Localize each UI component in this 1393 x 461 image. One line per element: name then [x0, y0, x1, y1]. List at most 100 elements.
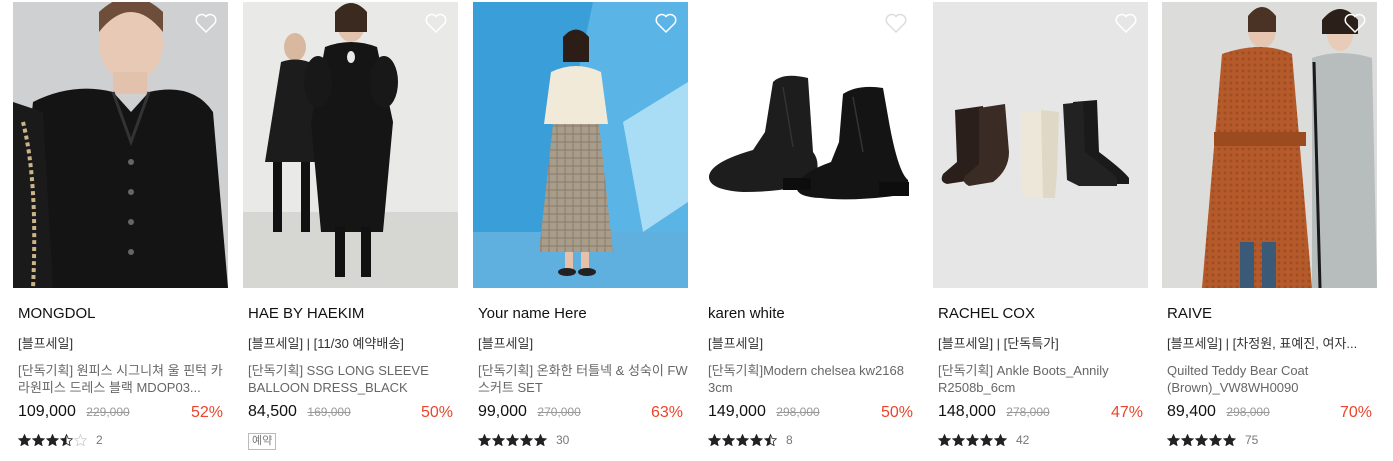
heart-outline-icon[interactable]: [424, 12, 448, 34]
original-price: 270,000: [537, 405, 581, 419]
product-card[interactable]: MONGDOL [블프세일] [단독기획] 원피스 시그니쳐 울 핀턱 카라원피…: [13, 2, 228, 461]
discount-rate: 50%: [420, 404, 453, 421]
brand-name[interactable]: HAE BY HAEKIM: [243, 304, 458, 324]
star-icon: [534, 434, 547, 446]
price-row: 99,000 270,000 63%: [473, 403, 688, 423]
star-icon: [60, 434, 73, 446]
review-count: 2: [96, 433, 103, 447]
star-icon: [750, 434, 763, 446]
product-title[interactable]: [단독기획] 원피스 시그니쳐 울 핀턱 카라원피스 드레스 블랙 MDOP03…: [13, 362, 228, 396]
star-icon: [708, 434, 721, 446]
product-title[interactable]: [단독기획]Modern chelsea kw2168 3cm: [703, 362, 918, 396]
original-price: 229,000: [86, 405, 130, 419]
brand-name[interactable]: karen white: [703, 304, 918, 324]
product-card[interactable]: HAE BY HAEKIM [블프세일] | [11/30 예약배송] [단독기…: [243, 2, 458, 461]
sale-price: 149,000: [708, 403, 766, 420]
rating-stars: [1167, 434, 1237, 446]
star-icon: [478, 434, 491, 446]
promo-tags: [블프세일]: [708, 336, 764, 351]
rating: 42: [933, 433, 1148, 447]
promo-tags: [블프세일] | [11/30 예약배송]: [248, 336, 404, 351]
sale-price: 109,000: [18, 403, 76, 420]
discount-rate: 70%: [1339, 404, 1372, 421]
star-icon: [32, 434, 45, 446]
original-price: 298,000: [776, 405, 820, 419]
star-icon: [736, 434, 749, 446]
star-icon: [1167, 434, 1180, 446]
rating-stars: [478, 434, 548, 446]
star-icon: [722, 434, 735, 446]
sale-price: 148,000: [938, 403, 996, 420]
heart-outline-icon[interactable]: [194, 12, 218, 34]
discount-rate: 47%: [1110, 404, 1143, 421]
star-icon: [492, 434, 505, 446]
price-row: 89,400 298,000 70%: [1162, 403, 1377, 423]
rating: 2: [13, 433, 228, 447]
promo-tags: [블프세일] | [차정원, 표예진, 여자...: [1167, 336, 1358, 351]
product-image[interactable]: [703, 2, 918, 288]
promo-tags: [블프세일] | [단독특가]: [938, 336, 1059, 351]
sale-price: 99,000: [478, 403, 527, 420]
discount-rate: 52%: [190, 404, 223, 421]
product-image[interactable]: [243, 2, 458, 288]
product-grid: MONGDOL [블프세일] [단독기획] 원피스 시그니쳐 울 핀턱 카라원피…: [0, 0, 1393, 461]
discount-rate: 50%: [880, 404, 913, 421]
star-icon: [18, 434, 31, 446]
star-icon: [764, 434, 777, 446]
star-icon: [938, 434, 951, 446]
original-price: 169,000: [307, 405, 351, 419]
discount-rate: 63%: [650, 404, 683, 421]
review-count: 75: [1245, 433, 1259, 447]
price-row: 149,000 298,000 50%: [703, 403, 918, 423]
brand-name[interactable]: RACHEL COX: [933, 304, 1148, 324]
brand-name[interactable]: RAIVE: [1162, 304, 1377, 324]
review-count: 30: [556, 433, 570, 447]
star-icon: [1209, 434, 1222, 446]
product-card[interactable]: RAIVE [블프세일] | [차정원, 표예진, 여자... Quilted …: [1162, 2, 1377, 461]
star-icon: [952, 434, 965, 446]
heart-outline-icon[interactable]: [1343, 12, 1367, 34]
star-icon: [506, 434, 519, 446]
price-row: 84,500 169,000 50%: [243, 403, 458, 423]
product-image[interactable]: [13, 2, 228, 288]
review-count: 8: [786, 433, 793, 447]
product-card[interactable]: karen white [블프세일] [단독기획]Modern chelsea …: [703, 2, 918, 461]
reservation-badge: 예약: [248, 433, 277, 450]
promo-tags: [블프세일]: [18, 336, 74, 351]
review-count: 42: [1016, 433, 1030, 447]
sale-price: 89,400: [1167, 403, 1216, 420]
rating-stars: [708, 434, 778, 446]
price-row: 148,000 278,000 47%: [933, 403, 1148, 423]
rating-stars: [938, 434, 1008, 446]
price-row: 109,000 229,000 52%: [13, 403, 228, 423]
product-title[interactable]: [단독기획] 온화한 터틀넥 & 성숙이 FW 스커트 SET: [473, 362, 688, 396]
star-icon: [966, 434, 979, 446]
sale-price: 84,500: [248, 403, 297, 420]
product-title[interactable]: Quilted Teddy Bear Coat (Brown)_VW8WH009…: [1162, 362, 1377, 396]
star-icon: [1223, 434, 1236, 446]
product-image[interactable]: [473, 2, 688, 288]
star-icon: [1195, 434, 1208, 446]
product-image[interactable]: [1162, 2, 1377, 288]
original-price: 278,000: [1006, 405, 1050, 419]
product-title[interactable]: [단독기획] Ankle Boots_Annily R2508b_6cm: [933, 362, 1148, 396]
original-price: 298,000: [1226, 405, 1270, 419]
heart-outline-icon[interactable]: [1114, 12, 1138, 34]
star-icon: [1181, 434, 1194, 446]
heart-outline-icon[interactable]: [884, 12, 908, 34]
rating: 8: [703, 433, 918, 447]
star-icon: [980, 434, 993, 446]
product-card[interactable]: RACHEL COX [블프세일] | [단독특가] [단독기획] Ankle …: [933, 2, 1148, 461]
product-card[interactable]: Your name Here [블프세일] [단독기획] 온화한 터틀넥 & 성…: [473, 2, 688, 461]
product-image[interactable]: [933, 2, 1148, 288]
brand-name[interactable]: Your name Here: [473, 304, 688, 324]
rating: 30: [473, 433, 688, 447]
brand-name[interactable]: MONGDOL: [13, 304, 228, 324]
star-icon: [74, 434, 87, 446]
star-icon: [520, 434, 533, 446]
star-icon: [994, 434, 1007, 446]
rating: 75: [1162, 433, 1377, 447]
promo-tags: [블프세일]: [478, 336, 534, 351]
heart-outline-icon[interactable]: [654, 12, 678, 34]
product-title[interactable]: [단독기획] SSG LONG SLEEVE BALLOON DRESS_BLA…: [243, 362, 458, 396]
